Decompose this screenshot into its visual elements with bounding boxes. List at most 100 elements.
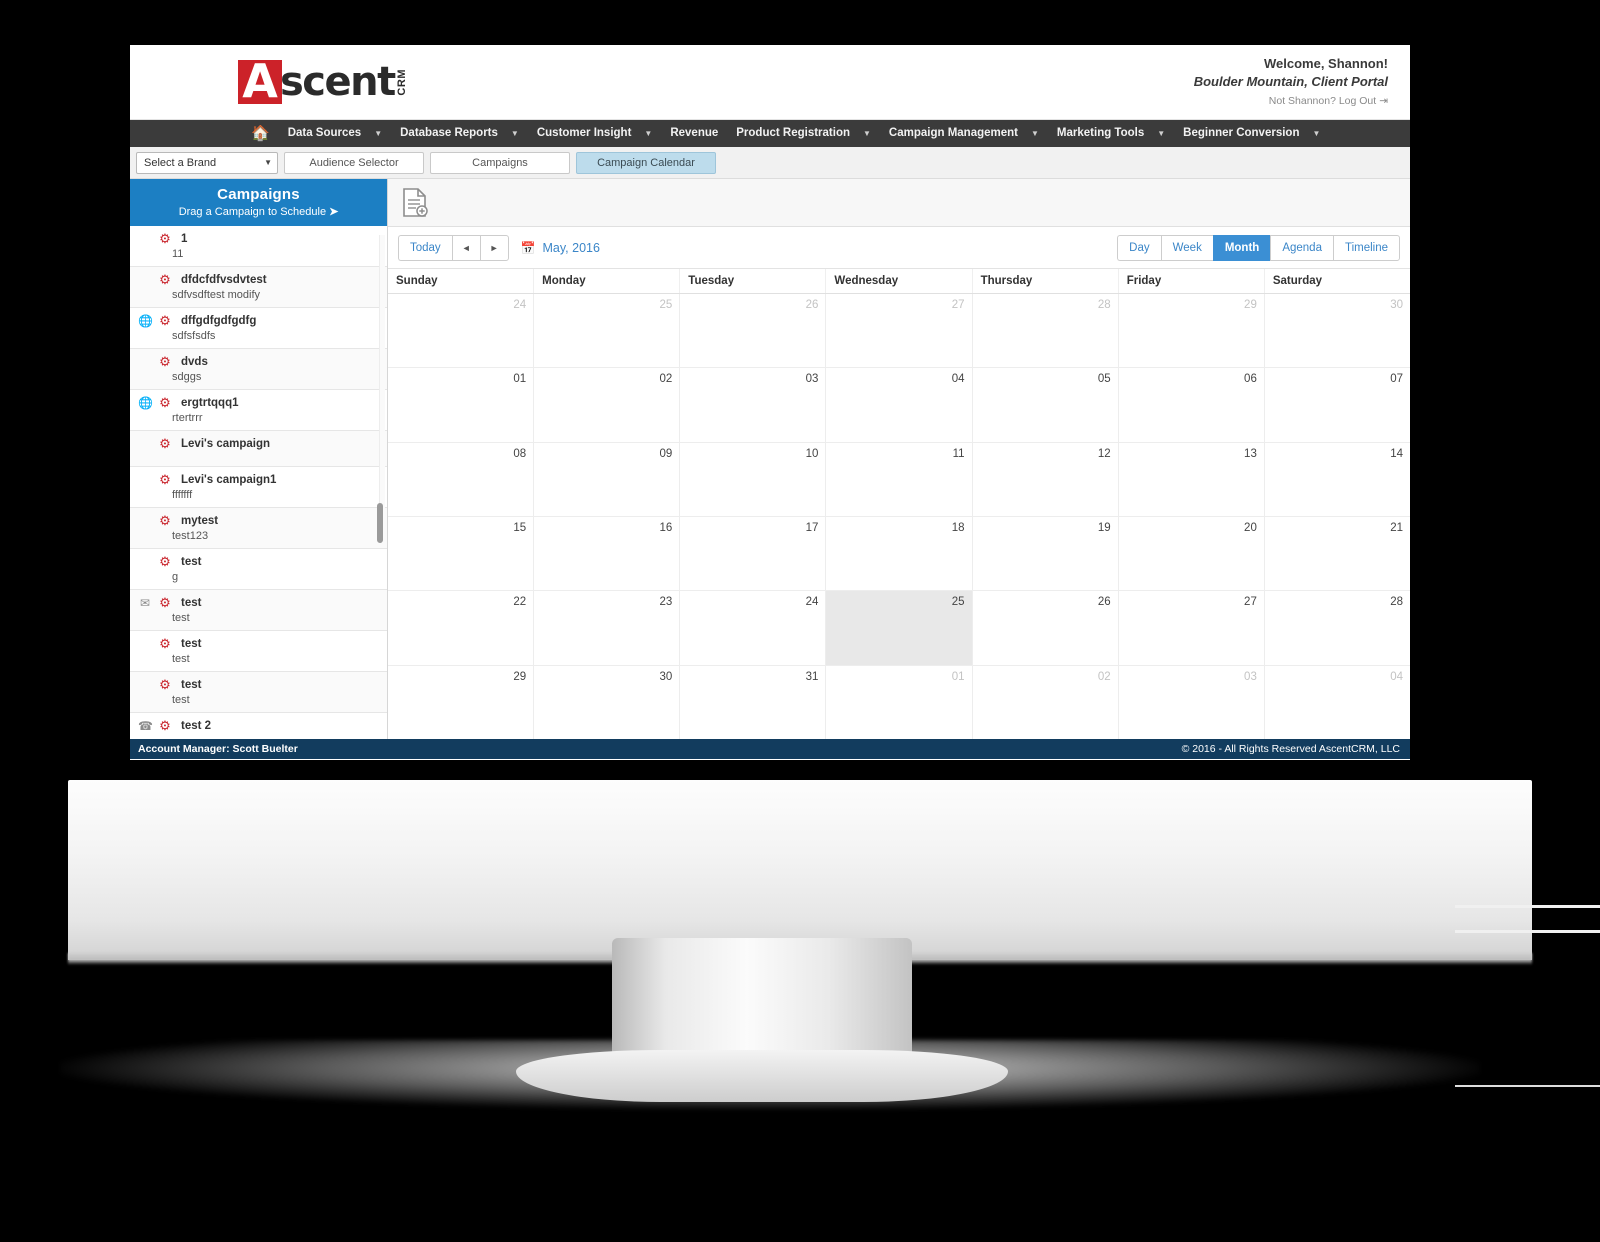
- nav-item-product-registration[interactable]: Product Registration ▼: [727, 120, 880, 147]
- tab-campaign-calendar[interactable]: Campaign Calendar: [576, 151, 716, 174]
- calendar-day-cell[interactable]: 28: [1265, 591, 1410, 664]
- calendar-day-cell[interactable]: 05: [973, 368, 1119, 442]
- nav-item-customer-insight[interactable]: Customer Insight ▼: [528, 120, 661, 147]
- campaign-list-item[interactable]: ⚙ dfdcfdfvsdvtest sdfvsdftest modify: [130, 267, 387, 308]
- gear-icon[interactable]: ⚙: [157, 232, 173, 245]
- brand-select[interactable]: Select a Brand ▼: [136, 151, 278, 174]
- campaign-list-item[interactable]: 🌐 ⚙ ergtrtqqq1 rtertrrr: [130, 390, 387, 431]
- calendar-day-cell[interactable]: 15: [388, 516, 535, 591]
- calendar-day-cell[interactable]: 09: [534, 442, 681, 516]
- campaign-list-item[interactable]: ⚙ Levi's campaign: [130, 431, 387, 467]
- nav-item-database-reports[interactable]: Database Reports ▼: [391, 120, 528, 147]
- calendar-day-cell[interactable]: 17: [680, 516, 827, 591]
- calendar-day-cell[interactable]: 14: [1265, 443, 1410, 516]
- monitor-edge-highlight-b: [1455, 930, 1600, 933]
- campaign-list-item[interactable]: ⚙ test test: [130, 672, 387, 713]
- campaign-list-item[interactable]: ⚙ dvds sdggs: [130, 349, 387, 390]
- today-button[interactable]: Today: [398, 234, 452, 261]
- calendar-day-cell[interactable]: 11: [826, 442, 973, 516]
- calendar-day-cell[interactable]: 07: [1265, 368, 1410, 441]
- gear-icon[interactable]: ⚙: [157, 719, 173, 732]
- calendar-day-cell[interactable]: 01: [826, 665, 973, 739]
- calendar-day-cell[interactable]: 16: [534, 516, 681, 591]
- view-agenda-button[interactable]: Agenda: [1270, 234, 1333, 261]
- calendar-day-cell[interactable]: 13: [1119, 442, 1265, 516]
- prev-month-button[interactable]: ◄: [451, 234, 480, 261]
- mail-icon[interactable]: ✉: [138, 597, 152, 609]
- calendar-day-cell[interactable]: 03: [1119, 665, 1265, 739]
- calendar-day-cell[interactable]: 02: [534, 368, 681, 442]
- next-month-button[interactable]: ►: [479, 234, 509, 261]
- app-logo[interactable]: scent CRM: [130, 56, 408, 106]
- view-month-button[interactable]: Month: [1212, 234, 1271, 261]
- view-day-button[interactable]: Day: [1117, 234, 1161, 261]
- sidebar-scrollbar[interactable]: [377, 235, 385, 543]
- nav-item-home[interactable]: 🏠: [242, 120, 279, 147]
- calendar-day-cell[interactable]: 21: [1265, 517, 1410, 590]
- calendar-day-cell[interactable]: 04: [1265, 666, 1410, 739]
- calendar-day-cell[interactable]: 25: [534, 294, 681, 368]
- view-week-button[interactable]: Week: [1160, 234, 1213, 261]
- calendar-day-cell[interactable]: 27: [1119, 591, 1265, 665]
- gear-icon[interactable]: ⚙: [157, 314, 173, 327]
- nav-item-beginner-conversion[interactable]: Beginner Conversion ▼: [1174, 120, 1329, 147]
- gear-icon[interactable]: ⚙: [157, 555, 173, 568]
- calendar-day-cell[interactable]: 24: [388, 294, 535, 368]
- sidebar-scrollbar-thumb[interactable]: [377, 503, 383, 543]
- calendar-day-cell[interactable]: 30: [534, 665, 681, 739]
- campaign-list-item[interactable]: ⚙ mytest test123: [130, 508, 387, 549]
- gear-icon[interactable]: ⚙: [157, 355, 173, 368]
- campaign-list-item[interactable]: ⚙ test test: [130, 631, 387, 672]
- gear-icon[interactable]: ⚙: [157, 678, 173, 691]
- campaign-list-item[interactable]: ⚙ Levi's campaign1 fffffff: [130, 467, 387, 508]
- calendar-day-cell-today[interactable]: 25: [826, 591, 973, 665]
- calendar-day-cell[interactable]: 28: [973, 294, 1119, 368]
- gear-icon[interactable]: ⚙: [157, 514, 173, 527]
- calendar-day-cell[interactable]: 30: [1265, 294, 1410, 367]
- calendar-day-cell[interactable]: 31: [680, 665, 827, 739]
- campaign-list-item[interactable]: ☎ ⚙ test 2: [130, 713, 387, 739]
- globe-icon[interactable]: 🌐: [138, 397, 153, 409]
- gear-icon[interactable]: ⚙: [157, 637, 173, 650]
- nav-item-campaign-management[interactable]: Campaign Management ▼: [880, 120, 1048, 147]
- campaign-list-item[interactable]: ⚙ test g: [130, 549, 387, 590]
- tab-campaigns[interactable]: Campaigns: [430, 151, 570, 174]
- calendar-day-cell[interactable]: 26: [973, 591, 1119, 665]
- calendar-day-cell[interactable]: 24: [680, 591, 827, 665]
- calendar-day-cell[interactable]: 19: [973, 516, 1119, 591]
- nav-item-revenue[interactable]: Revenue: [661, 120, 727, 147]
- calendar-day-cell[interactable]: 12: [973, 442, 1119, 516]
- calendar-day-cell[interactable]: 03: [680, 368, 827, 442]
- globe-icon[interactable]: 🌐: [138, 315, 153, 327]
- campaign-list-item[interactable]: ✉ ⚙ test test: [130, 590, 387, 631]
- calendar-day-cell[interactable]: 29: [388, 665, 535, 739]
- tab-audience-selector[interactable]: Audience Selector: [284, 151, 424, 174]
- calendar-day-cell[interactable]: 27: [826, 294, 973, 368]
- campaign-list-item[interactable]: 🌐 ⚙ dffgdfgdfgdfg sdfsfsdfs: [130, 308, 387, 349]
- gear-icon[interactable]: ⚙: [157, 396, 173, 409]
- logout-link[interactable]: Not Shannon? Log Out ⇥: [1194, 94, 1388, 109]
- gear-icon[interactable]: ⚙: [157, 596, 173, 609]
- campaign-list-item[interactable]: ⚙ 1 11: [130, 226, 387, 267]
- nav-item-marketing-tools[interactable]: Marketing Tools ▼: [1048, 120, 1174, 147]
- campaign-list[interactable]: ⚙ 1 11 ⚙ dfdcfdfvsdvtest sdfvsdftest modify 🌐 ⚙…: [130, 226, 387, 739]
- calendar-day-cell[interactable]: 23: [534, 591, 681, 665]
- gear-icon[interactable]: ⚙: [157, 473, 173, 486]
- gear-icon[interactable]: ⚙: [157, 437, 173, 450]
- calendar-day-cell[interactable]: 04: [826, 368, 973, 442]
- calendar-day-cell[interactable]: 18: [826, 516, 973, 591]
- nav-item-data-sources[interactable]: Data Sources ▼: [279, 120, 391, 147]
- view-timeline-button[interactable]: Timeline: [1332, 234, 1400, 261]
- calendar-day-cell[interactable]: 06: [1119, 368, 1265, 442]
- calendar-day-cell[interactable]: 01: [388, 368, 535, 442]
- calendar-day-cell[interactable]: 08: [388, 442, 535, 516]
- document-add-icon[interactable]: [402, 187, 428, 218]
- calendar-day-cell[interactable]: 26: [680, 294, 827, 368]
- calendar-day-cell[interactable]: 02: [973, 665, 1119, 739]
- calendar-day-cell[interactable]: 20: [1119, 516, 1265, 591]
- calendar-day-cell[interactable]: 22: [388, 591, 535, 665]
- phone-icon[interactable]: ☎: [138, 720, 153, 732]
- gear-icon[interactable]: ⚙: [157, 273, 173, 286]
- calendar-day-cell[interactable]: 10: [680, 442, 827, 516]
- calendar-day-cell[interactable]: 29: [1119, 294, 1265, 368]
